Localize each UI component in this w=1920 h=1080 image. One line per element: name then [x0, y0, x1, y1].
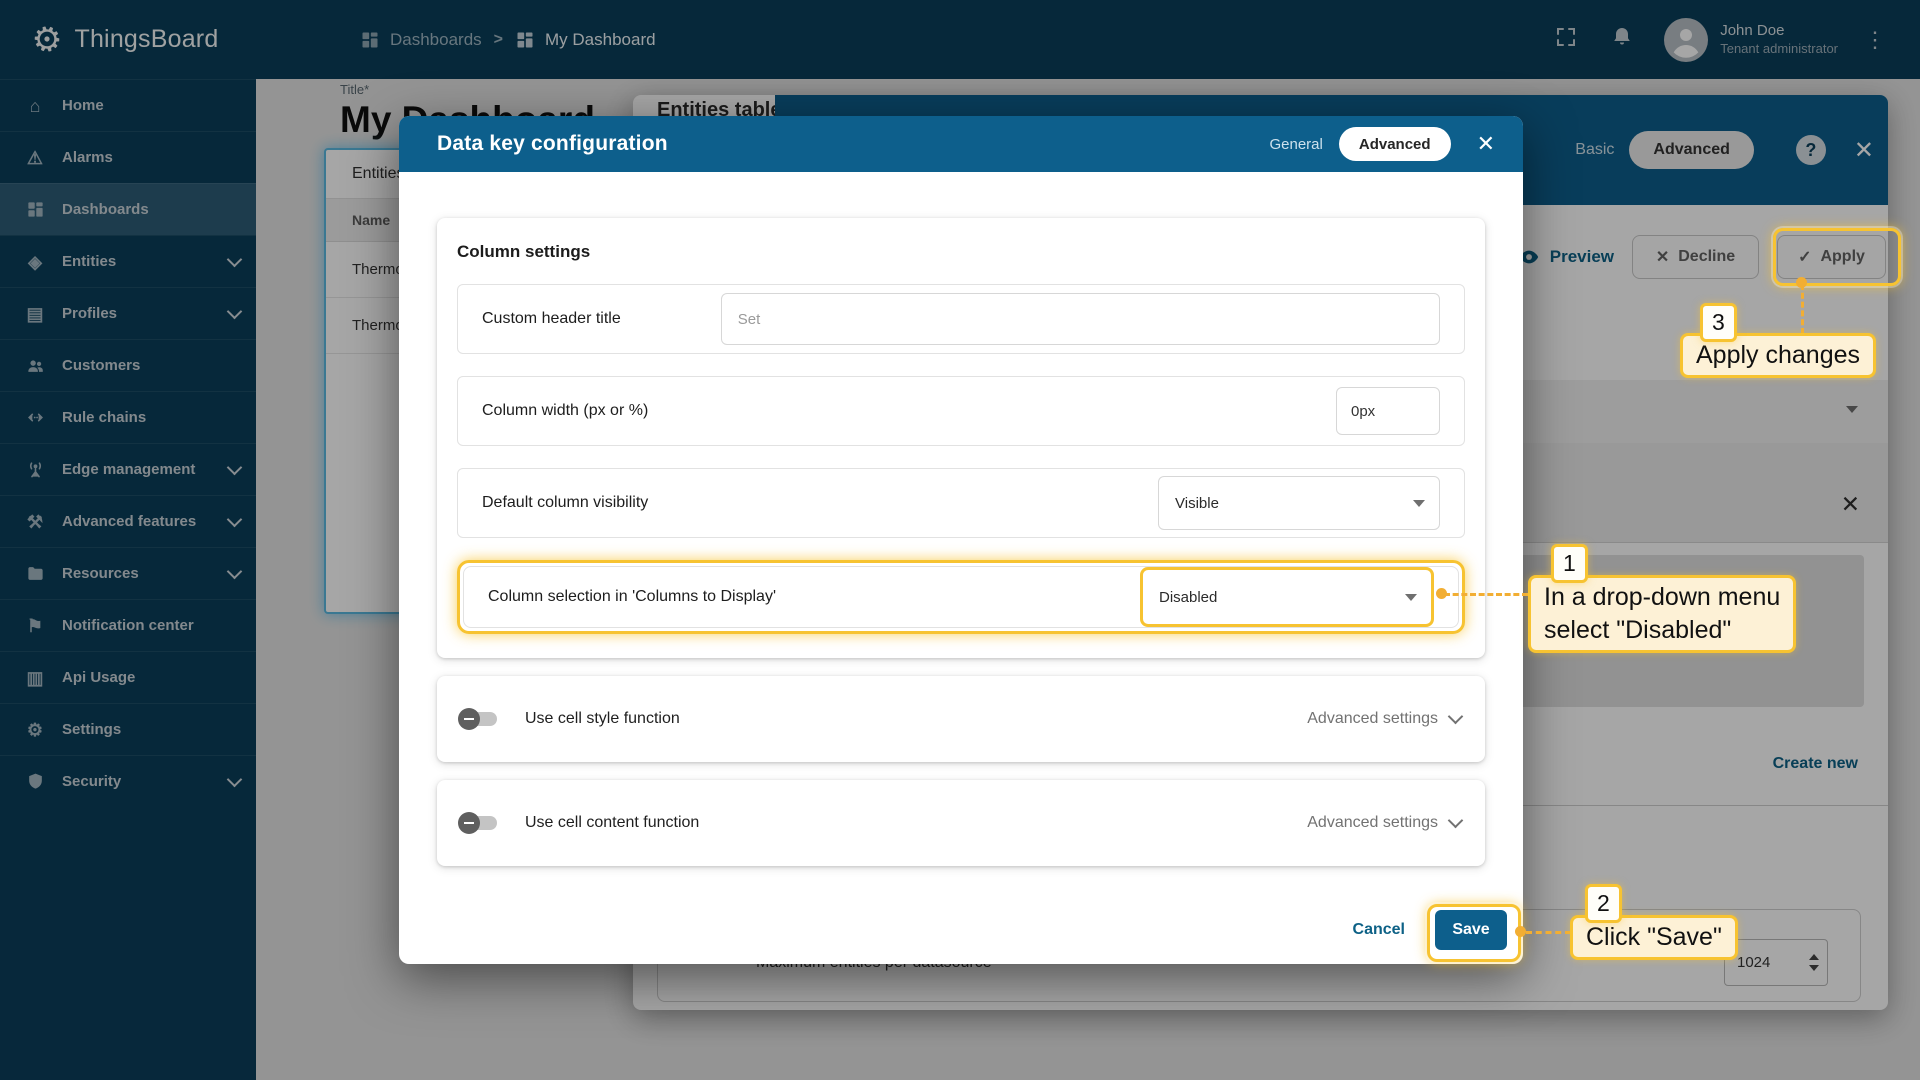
column-selection-select[interactable]: Disabled — [1140, 567, 1434, 627]
callout-line: In a drop-down menu — [1544, 581, 1780, 614]
connector-line — [1526, 931, 1571, 934]
modal-title: Data key configuration — [437, 132, 668, 156]
toggle-knob-icon — [458, 812, 480, 834]
field-label: Default column visibility — [482, 494, 648, 512]
select-value: Visible — [1175, 495, 1219, 512]
column-width-input[interactable] — [1336, 387, 1440, 435]
toggle-label: Use cell style function — [525, 710, 680, 728]
modal-header: Data key configuration General Advanced … — [399, 116, 1523, 172]
dropdown-caret-icon — [1405, 594, 1417, 601]
connector-dot — [1515, 926, 1526, 937]
connector-line — [1801, 284, 1804, 334]
dropdown-caret-icon — [1413, 500, 1425, 507]
modal-header-tabs: General Advanced ✕ — [1269, 127, 1495, 161]
step-1-badge: 1 — [1551, 544, 1588, 583]
column-selection-row: Column selection in 'Columns to Display'… — [463, 566, 1459, 628]
connector-dot — [1796, 277, 1807, 288]
cell-style-toggle[interactable] — [461, 712, 497, 726]
apply-highlight-ring — [1773, 228, 1901, 286]
custom-header-title-row: Custom header title — [457, 284, 1465, 354]
select-value: Disabled — [1159, 589, 1217, 606]
advanced-settings-label: Advanced settings — [1307, 710, 1438, 728]
step-2-badge: 2 — [1585, 884, 1622, 923]
advanced-settings-expander[interactable]: Advanced settings — [1307, 814, 1461, 832]
toggle-knob-icon — [458, 708, 480, 730]
step-3-badge: 3 — [1700, 303, 1737, 342]
close-icon[interactable]: ✕ — [1477, 133, 1495, 155]
tab-advanced[interactable]: Advanced — [1339, 127, 1451, 161]
callout-line: select "Disabled" — [1544, 614, 1780, 647]
thingsboard-app: ⚙ ThingsBoard ⌂ Home ⚠ Alarms Dashboards… — [0, 0, 1920, 1080]
connector-line — [1444, 593, 1528, 596]
field-label: Column width (px or %) — [482, 402, 648, 420]
default-column-visibility-row: Default column visibility Visible — [457, 468, 1465, 538]
cell-content-toggle[interactable] — [461, 816, 497, 830]
connector-dot — [1436, 588, 1447, 599]
tab-general[interactable]: General — [1269, 136, 1322, 153]
step-1-callout: In a drop-down menu select "Disabled" — [1528, 575, 1796, 653]
advanced-settings-label: Advanced settings — [1307, 814, 1438, 832]
cell-style-function-card: Use cell style function Advanced setting… — [437, 676, 1485, 762]
advanced-settings-expander[interactable]: Advanced settings — [1307, 710, 1461, 728]
highlighted-row-outline: Column selection in 'Columns to Display'… — [457, 560, 1465, 634]
save-highlight-ring — [1427, 904, 1521, 962]
column-width-row: Column width (px or %) — [457, 376, 1465, 446]
column-settings-card: Column settings Custom header title Colu… — [437, 218, 1485, 658]
cell-content-function-card: Use cell content function Advanced setti… — [437, 780, 1485, 866]
section-title: Column settings — [457, 242, 1465, 262]
column-visibility-select[interactable]: Visible — [1158, 476, 1440, 530]
chevron-down-icon — [1448, 813, 1464, 829]
field-label: Column selection in 'Columns to Display' — [488, 588, 776, 606]
custom-header-title-input[interactable] — [721, 293, 1440, 345]
toggle-label: Use cell content function — [525, 814, 699, 832]
data-key-configuration-modal: Data key configuration General Advanced … — [399, 116, 1523, 964]
chevron-down-icon — [1448, 709, 1464, 725]
modal-body: Column settings Custom header title Colu… — [399, 172, 1523, 866]
cancel-button[interactable]: Cancel — [1353, 921, 1405, 939]
field-label: Custom header title — [482, 310, 621, 328]
